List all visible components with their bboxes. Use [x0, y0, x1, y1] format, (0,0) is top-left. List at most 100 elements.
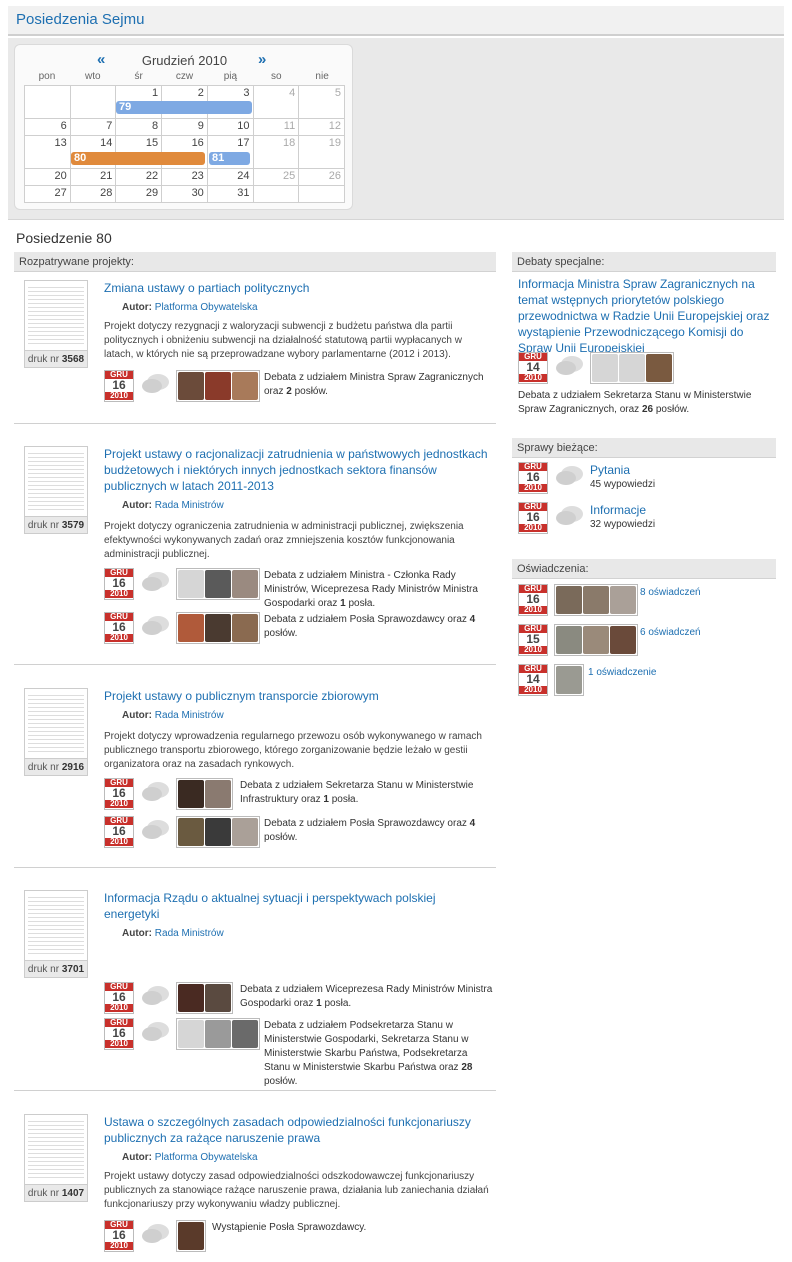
debate-row[interactable]: GRU 16 2010 Debata z udziałem Posła Sprawo… — [104, 612, 494, 644]
calendar-day: 5 — [298, 85, 345, 119]
calendar-week: 6 7 8 9 10 11 12 — [24, 118, 345, 136]
author-link[interactable]: Platforma Obywatelska — [155, 1152, 258, 1163]
calendar-day: 9 — [161, 118, 208, 136]
calendar-month: Grudzień 2010 — [141, 53, 228, 68]
date-year: 2010 — [519, 606, 547, 614]
calendar-week: 27 28 29 30 31 — [24, 185, 345, 203]
calendar-nav: « Grudzień 2010 » — [15, 51, 354, 68]
statement-item[interactable]: GRU 15 2010 6 oświadczeń — [518, 624, 776, 656]
speaker-avatars — [176, 612, 260, 644]
weekday-sun: nie — [315, 71, 329, 82]
debate-row[interactable]: GRU 16 2010 Debata z udziałem Posła Sprawo… — [104, 816, 494, 848]
weekday-mon: pon — [38, 71, 56, 82]
document-thumbnail[interactable]: druk nr 3568 — [24, 280, 88, 368]
avatar — [556, 586, 582, 614]
debate-row[interactable]: GRU 16 2010 Wystąpienie Posła Sprawozdawcy… — [104, 1220, 494, 1252]
avatar-placeholder-icon — [592, 354, 618, 382]
project-title-link[interactable]: Ustawa o szczególnych zasadach odpowiedz… — [104, 1114, 494, 1146]
project-title-link[interactable]: Projekt ustawy o racjonalizacji zatrudni… — [104, 446, 494, 494]
project-item: druk nr 3568 Zmiana ustawy o partiach po… — [14, 280, 496, 430]
current-matter-item[interactable]: GRU 16 2010 Informacje 32 wypowiedzi — [518, 502, 776, 534]
current-matter-item[interactable]: GRU 16 2010 Pytania 45 wypowiedzi — [518, 462, 776, 494]
current-matter-link[interactable]: Pytania — [590, 462, 630, 478]
calendar-day: 27 — [24, 185, 71, 203]
calendar-day — [252, 185, 300, 203]
sitting-80-bar[interactable]: 80 — [71, 152, 205, 165]
avatar — [205, 614, 231, 642]
project-title-link[interactable]: Zmiana ustawy o partiach politycznych — [104, 280, 494, 296]
date-badge: GRU 16 2010 — [518, 502, 548, 534]
calendar-day: 30 — [161, 185, 208, 203]
document-thumbnail[interactable]: druk nr 1407 — [24, 1114, 88, 1202]
statements-link[interactable]: 8 oświadczeń — [640, 585, 701, 601]
author-link[interactable]: Rada Ministrów — [155, 928, 224, 939]
statements-header: Oświadczenia: — [512, 559, 776, 579]
author-link[interactable]: Rada Ministrów — [155, 500, 224, 511]
speaker-avatars — [176, 1220, 206, 1252]
document-page-icon — [28, 1118, 84, 1180]
debate-row[interactable]: GRU 16 2010 Debata z udziałem Wiceprezesa … — [104, 982, 494, 1014]
document-thumbnail[interactable]: druk nr 3701 — [24, 890, 88, 978]
date-badge: GRU 16 2010 — [104, 1018, 134, 1050]
avatar — [232, 614, 258, 642]
statements-link[interactable]: 1 oświadczenie — [588, 665, 656, 681]
speaker-avatars — [554, 584, 638, 616]
debate-description: Debata z udziałem Sekretarza Stanu w Min… — [518, 389, 774, 417]
debate-row[interactable]: GRU 16 2010 Debata z udziałem Sekretarza S… — [104, 778, 494, 810]
sitting-79-bar[interactable]: 79 — [116, 101, 252, 114]
project-item: druk nr 3579 Projekt ustawy o racjonaliz… — [14, 446, 496, 666]
speaker-avatars — [176, 1018, 260, 1050]
page-title[interactable]: Posiedzenia Sejmu — [16, 11, 144, 28]
debate-row[interactable]: GRU 16 2010 Debata z udziałem Ministra - C… — [104, 568, 494, 609]
special-debate-title-link[interactable]: Informacja Ministra Spraw Zagranicznych … — [518, 276, 774, 356]
speaker-avatars — [554, 664, 584, 696]
druk-number: druk nr 1407 — [25, 1184, 87, 1201]
calendar-day: 10 — [206, 118, 254, 136]
speaker-avatars — [590, 352, 674, 384]
speech-bubble-icon — [142, 1022, 169, 1041]
project-author: Autor: Rada Ministrów — [122, 928, 224, 939]
date-badge: GRU 16 2010 — [104, 1220, 134, 1252]
sitting-81-bar[interactable]: 81 — [209, 152, 250, 165]
debate-text-end: posła. — [345, 598, 376, 609]
page-header: Posiedzenia Sejmu — [8, 6, 784, 36]
calendar-day: 8 — [115, 118, 163, 136]
calendar-day — [24, 85, 71, 119]
statement-item[interactable]: GRU 14 2010 1 oświadczenie — [518, 664, 776, 696]
project-author: Autor: Rada Ministrów — [122, 710, 224, 721]
avatar — [178, 372, 204, 400]
statement-item[interactable]: GRU 16 2010 8 oświadczeń — [518, 584, 776, 616]
debate-text-end: posłów. — [291, 386, 328, 397]
author-link[interactable]: Rada Ministrów — [155, 710, 224, 721]
date-badge: GRU 15 2010 — [518, 624, 548, 656]
debate-row[interactable]: GRU 16 2010 Debata z udziałem Podsekretarz… — [104, 1018, 494, 1087]
debate-text: Wystąpienie Posła Sprawozdawcy. — [212, 1222, 367, 1233]
debate-description: Debata z udziałem Wiceprezesa Rady Minis… — [240, 983, 494, 1011]
document-thumbnail[interactable]: druk nr 3579 — [24, 446, 88, 534]
calendar-day: 24 — [206, 168, 254, 186]
date-year: 2010 — [519, 646, 547, 654]
project-title-link[interactable]: Informacja Rządu o aktualnej sytuacji i … — [104, 890, 494, 922]
author-link[interactable]: Platforma Obywatelska — [155, 302, 258, 313]
current-matter-link[interactable]: Informacje — [590, 502, 646, 518]
date-badge: GRU 16 2010 — [104, 982, 134, 1014]
calendar-day: 21 — [69, 168, 117, 186]
statements-link[interactable]: 6 oświadczeń — [640, 625, 701, 641]
weekday-thu: czw — [175, 71, 194, 82]
project-author: Autor: Rada Ministrów — [122, 500, 224, 511]
calendar-day: 28 — [69, 185, 117, 203]
speaker-avatars — [176, 568, 260, 600]
debate-row[interactable]: GRU 16 2010 Debata z udziałem Ministra Spr… — [104, 370, 494, 402]
speech-bubble-icon — [142, 374, 169, 393]
next-month-button[interactable]: » — [258, 51, 266, 68]
document-thumbnail[interactable]: druk nr 2916 — [24, 688, 88, 776]
speech-bubble-icon — [142, 1224, 169, 1243]
debate-count: 26 — [641, 404, 654, 415]
debate-description: Debata z udziałem Posła Sprawozdawcy ora… — [264, 613, 494, 641]
date-year: 2010 — [519, 374, 547, 382]
debate-row[interactable]: GRU 14 2010 — [518, 352, 776, 384]
avatar — [178, 984, 204, 1012]
project-item: druk nr 3701 Informacja Rządu o aktualne… — [14, 890, 496, 1091]
druk-number: druk nr 3579 — [25, 516, 87, 533]
project-title-link[interactable]: Projekt ustawy o publicznym transporcie … — [104, 688, 494, 704]
